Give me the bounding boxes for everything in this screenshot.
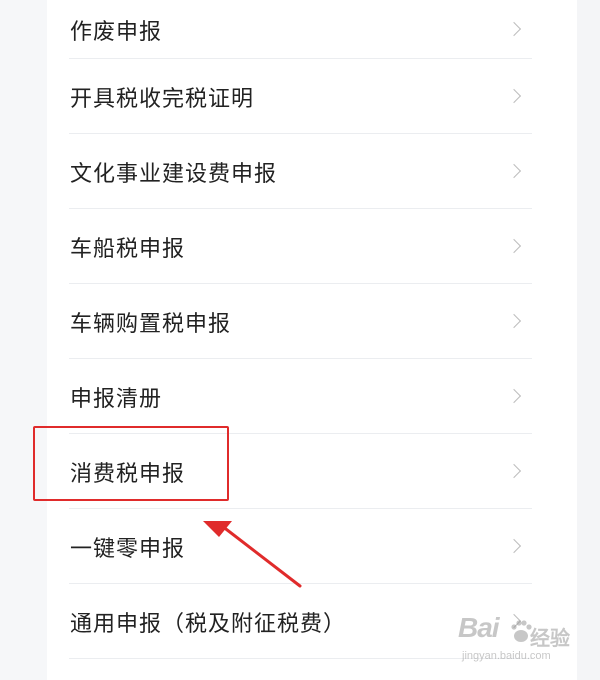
annotation-arrow: [203, 521, 302, 588]
baidu-jingyan-watermark: Bai 经验 jingyan.baidu.com: [458, 612, 580, 672]
watermark-url: jingyan.baidu.com: [462, 650, 551, 662]
watermark-logo: Bai: [458, 612, 500, 643]
paw-icon: [511, 620, 532, 642]
watermark-text: 经验: [530, 626, 570, 650]
